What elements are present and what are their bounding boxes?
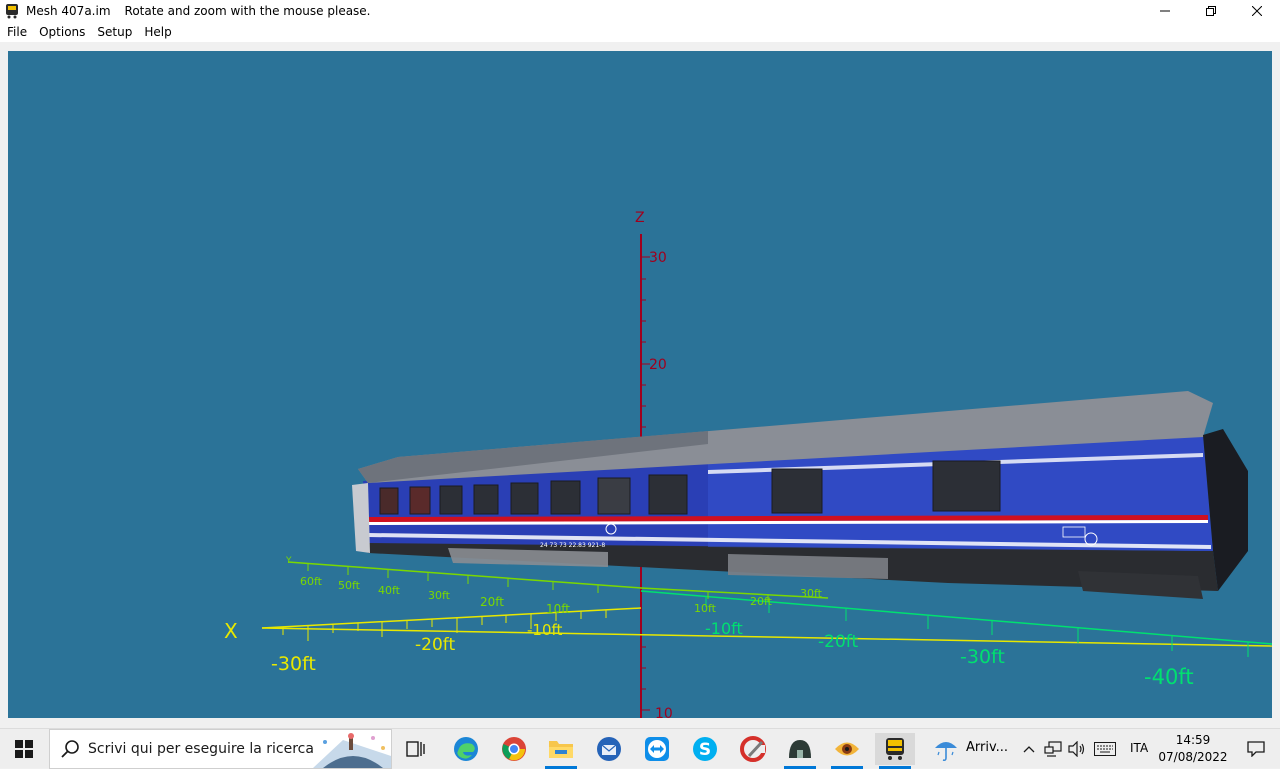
car-number: 24 73 73 22.83 921-8	[540, 542, 605, 549]
scene-canvas[interactable]: Z 30 20 10 10 X -30ft -20ft -10ft	[8, 51, 1272, 718]
x-tick-label: -10ft	[527, 621, 563, 639]
restore-icon	[1206, 6, 1216, 16]
trainz-icon	[886, 738, 904, 760]
app-dome-icon	[789, 740, 811, 758]
start-icon	[15, 740, 33, 758]
x-tick-label: -30ft	[271, 653, 316, 675]
restore-button[interactable]	[1188, 0, 1234, 22]
volume-button[interactable]	[1066, 733, 1088, 765]
skype-icon: S	[693, 737, 717, 761]
task-view-icon	[406, 741, 425, 757]
search-highlight-icon	[313, 730, 391, 768]
network-icon	[1044, 741, 1062, 757]
chrome-icon	[502, 737, 526, 761]
task-view-button[interactable]	[396, 733, 436, 765]
y-axis-label: Y	[285, 556, 292, 566]
z-tick-label: 30	[649, 250, 667, 266]
minimize-button[interactable]	[1142, 0, 1188, 22]
z-tick-label: 10	[655, 706, 673, 718]
ccleaner-icon	[740, 736, 766, 762]
y-tick-label: 30ft	[800, 587, 823, 600]
ccleaner-button[interactable]	[733, 733, 773, 765]
x-axis-label: X	[224, 619, 238, 643]
weather-text[interactable]: Arriv...	[966, 740, 1008, 755]
thunderbird-icon	[597, 737, 621, 761]
x-tick-label: -20ft	[415, 635, 455, 655]
y-tick-label: 50ft	[338, 579, 361, 592]
eye-app-icon	[835, 742, 859, 756]
file-explorer-icon	[549, 741, 573, 758]
y-tick-label: 30ft	[428, 589, 451, 602]
window-title: Mesh 407a.im	[26, 4, 111, 18]
app-train-icon	[4, 3, 20, 19]
menu-file[interactable]: File	[0, 22, 33, 42]
title-bar[interactable]: Mesh 407a.im Rotate and zoom with the mo…	[0, 0, 1280, 22]
weather-icon	[935, 742, 957, 762]
window-controls	[1142, 0, 1280, 22]
network-button[interactable]	[1042, 733, 1064, 765]
search-box[interactable]: Scrivi qui per eseguire la ricerca	[49, 729, 392, 769]
y-tick-label: 60ft	[300, 575, 323, 588]
menu-bar: File Options Setup Help	[0, 22, 1280, 42]
tray-overflow-button[interactable]	[1018, 733, 1040, 765]
search-input[interactable]: Scrivi qui per eseguire la ricerca	[88, 741, 314, 757]
x-tick-label: -30ft	[960, 646, 1005, 668]
start-button[interactable]	[0, 729, 48, 769]
minimize-icon	[1160, 10, 1170, 12]
3d-viewport[interactable]: Z 30 20 10 10 X -30ft -20ft -10ft	[8, 51, 1272, 718]
volume-icon	[1068, 741, 1085, 757]
y-tick-label: 10ft	[546, 602, 570, 616]
eye-app-button[interactable]	[827, 733, 867, 769]
clock-date: 07/08/2022	[1158, 750, 1228, 764]
x-tick-label: -40ft	[1144, 665, 1194, 689]
menu-options[interactable]: Options	[33, 22, 91, 42]
close-icon	[1252, 6, 1262, 16]
teamviewer-button[interactable]	[637, 733, 677, 765]
clock-time: 14:59	[1175, 733, 1211, 747]
svg-text:S: S	[699, 740, 711, 760]
y-tick-label: 20ft	[480, 595, 504, 609]
weather-button[interactable]	[926, 733, 966, 765]
notification-icon	[1247, 741, 1265, 757]
window-hint: Rotate and zoom with the mouse please.	[124, 4, 371, 18]
keyboard-button[interactable]	[1092, 733, 1118, 765]
edge-button[interactable]	[446, 733, 486, 765]
x-tick-label: -20ft	[818, 632, 858, 652]
z-tick-label: 20	[649, 357, 667, 373]
taskbar: Scrivi qui per eseguire la ricerca S Arr…	[0, 728, 1280, 769]
z-axis-label: Z	[635, 210, 645, 226]
notification-button[interactable]	[1232, 729, 1280, 769]
trainz-button[interactable]	[875, 733, 915, 769]
close-button[interactable]	[1234, 0, 1280, 22]
app-dome-button[interactable]	[780, 733, 820, 769]
file-explorer-button[interactable]	[541, 733, 581, 769]
y-tick-label: 40ft	[378, 584, 401, 597]
y-tick-label: 20ft	[750, 595, 773, 608]
coach-model[interactable]: 24 73 73 22.83 921-8	[352, 391, 1248, 599]
y-tick-label: 10ft	[694, 602, 717, 615]
edge-icon	[454, 737, 478, 761]
skype-button[interactable]: S	[685, 733, 725, 765]
chevron-up-icon	[1023, 746, 1035, 753]
clock[interactable]: 14:59 07/08/2022	[1158, 732, 1228, 766]
menu-setup[interactable]: Setup	[91, 22, 138, 42]
x-tick-label: -10ft	[705, 619, 743, 638]
keyboard-icon	[1094, 742, 1116, 756]
thunderbird-button[interactable]	[589, 733, 629, 765]
search-icon	[61, 740, 79, 758]
menu-help[interactable]: Help	[138, 22, 177, 42]
x-axis: X -30ft -20ft -10ft	[224, 607, 1272, 675]
teamviewer-icon	[645, 737, 669, 761]
language-indicator[interactable]: ITA	[1130, 741, 1148, 755]
chrome-button[interactable]	[494, 733, 534, 765]
